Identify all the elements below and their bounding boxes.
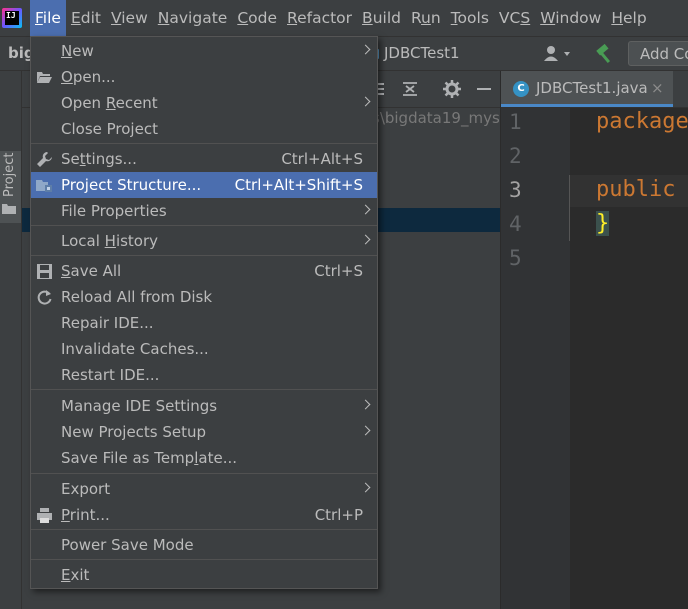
submenu-arrow-icon bbox=[360, 482, 371, 493]
folder-icon bbox=[2, 204, 16, 214]
menu-window[interactable]: Window bbox=[535, 0, 606, 36]
menu-build[interactable]: Build bbox=[357, 0, 406, 36]
submenu-arrow-icon bbox=[360, 234, 371, 245]
menu-item-invalidate-caches[interactable]: Invalidate Caches... bbox=[31, 336, 377, 362]
intellij-logo-icon: IJ bbox=[2, 8, 22, 28]
code-line[interactable]: package bbox=[596, 109, 688, 134]
add-configuration-button[interactable]: Add Co bbox=[628, 41, 688, 66]
left-tool-strip: Project bbox=[0, 71, 22, 609]
menu-item-open[interactable]: Open... bbox=[31, 64, 377, 90]
menu-item-save-file-as-template[interactable]: Save File as Template... bbox=[31, 445, 377, 471]
menu-item-file-properties[interactable]: File Properties bbox=[31, 198, 377, 224]
editor-tabs: C JDBCTest1.java × bbox=[501, 71, 688, 108]
shortcut-text: Ctrl+S bbox=[314, 262, 363, 280]
collapse-all-icon[interactable] bbox=[400, 79, 420, 99]
menu-item-project-structure[interactable]: Project Structure... Ctrl+Alt+Shift+S bbox=[31, 172, 377, 198]
code-line[interactable]: public bbox=[596, 177, 675, 202]
menu-tools[interactable]: Tools bbox=[446, 0, 494, 36]
wrench-icon bbox=[37, 152, 52, 167]
project-path-text: s\bigdata19_mys bbox=[372, 109, 500, 127]
menu-item-manage-ide-settings[interactable]: Manage IDE Settings bbox=[31, 393, 377, 419]
close-icon[interactable]: × bbox=[651, 79, 664, 97]
shortcut-text: Ctrl+P bbox=[314, 506, 363, 524]
tab-jdbctest1[interactable]: C JDBCTest1.java × bbox=[501, 71, 673, 107]
menu-separator bbox=[31, 559, 377, 560]
menu-separator bbox=[31, 255, 377, 256]
line-number: 3 bbox=[509, 178, 522, 202]
menu-separator bbox=[31, 143, 377, 144]
menu-help[interactable]: Help bbox=[606, 0, 651, 36]
menu-run[interactable]: Run bbox=[406, 0, 446, 36]
print-icon bbox=[37, 508, 52, 523]
line-number: 5 bbox=[509, 246, 522, 270]
closing-brace: } bbox=[596, 211, 610, 236]
menu-item-open-recent[interactable]: Open Recent bbox=[31, 90, 377, 116]
submenu-arrow-icon bbox=[360, 399, 371, 410]
file-menu-dropdown: New Open... Open Recent Close Project Se… bbox=[30, 36, 378, 589]
submenu-arrow-icon bbox=[360, 204, 371, 215]
line-number: 4 bbox=[509, 212, 522, 236]
submenu-arrow-icon bbox=[360, 44, 371, 55]
menu-item-close-project[interactable]: Close Project bbox=[31, 116, 377, 142]
menu-item-exit[interactable]: Exit bbox=[31, 562, 377, 588]
submenu-arrow-icon bbox=[360, 425, 371, 436]
menu-item-new-projects-setup[interactable]: New Projects Setup bbox=[31, 419, 377, 445]
menu-item-power-save-mode[interactable]: Power Save Mode bbox=[31, 532, 377, 558]
menu-item-local-history[interactable]: Local History bbox=[31, 228, 377, 254]
menu-navigate[interactable]: Navigate bbox=[153, 0, 233, 36]
shortcut-text: Ctrl+Alt+S bbox=[281, 150, 363, 168]
code-line[interactable]: } bbox=[596, 211, 610, 236]
menu-code[interactable]: Code bbox=[232, 0, 282, 36]
menu-view[interactable]: View bbox=[106, 0, 153, 36]
save-icon bbox=[37, 264, 52, 279]
menu-file[interactable]: File bbox=[30, 0, 66, 36]
reload-icon bbox=[37, 290, 52, 305]
fold-guide bbox=[569, 175, 570, 241]
gear-icon[interactable] bbox=[442, 79, 462, 99]
menu-item-export[interactable]: Export bbox=[31, 476, 377, 502]
menu-separator bbox=[31, 225, 377, 226]
project-tool-label: Project bbox=[2, 152, 17, 197]
nav-file-name[interactable]: JDBCTest1 bbox=[384, 44, 460, 62]
submenu-arrow-icon bbox=[360, 96, 371, 107]
folder-open-icon bbox=[37, 72, 52, 83]
menu-item-new[interactable]: New bbox=[31, 38, 377, 64]
line-number: 2 bbox=[509, 144, 522, 168]
menu-separator bbox=[31, 389, 377, 390]
menu-item-reload-all[interactable]: Reload All from Disk bbox=[31, 284, 377, 310]
hide-panel-icon[interactable] bbox=[474, 79, 494, 99]
menu-bar: IJ File Edit View Navigate Code Refactor… bbox=[0, 0, 688, 37]
build-hammer-icon[interactable] bbox=[594, 43, 616, 65]
menu-item-repair-ide[interactable]: Repair IDE... bbox=[31, 310, 377, 336]
menu-item-settings[interactable]: Settings... Ctrl+Alt+S bbox=[31, 146, 377, 172]
menu-separator bbox=[31, 529, 377, 530]
menu-item-print[interactable]: Print... Ctrl+P bbox=[31, 502, 377, 528]
java-class-icon: C bbox=[513, 81, 529, 97]
menu-vcs[interactable]: VCS bbox=[494, 0, 535, 36]
menu-item-save-all[interactable]: Save All Ctrl+S bbox=[31, 258, 377, 284]
project-structure-icon bbox=[36, 180, 52, 192]
tab-label: JDBCTest1.java bbox=[536, 79, 648, 97]
menu-item-restart-ide[interactable]: Restart IDE... bbox=[31, 362, 377, 388]
menu-separator bbox=[31, 473, 377, 474]
shortcut-text: Ctrl+Alt+Shift+S bbox=[234, 176, 363, 194]
user-icon[interactable] bbox=[542, 43, 576, 65]
line-number: 1 bbox=[509, 110, 522, 134]
menu-edit[interactable]: Edit bbox=[66, 0, 106, 36]
menu-refactor[interactable]: Refactor bbox=[282, 0, 357, 36]
